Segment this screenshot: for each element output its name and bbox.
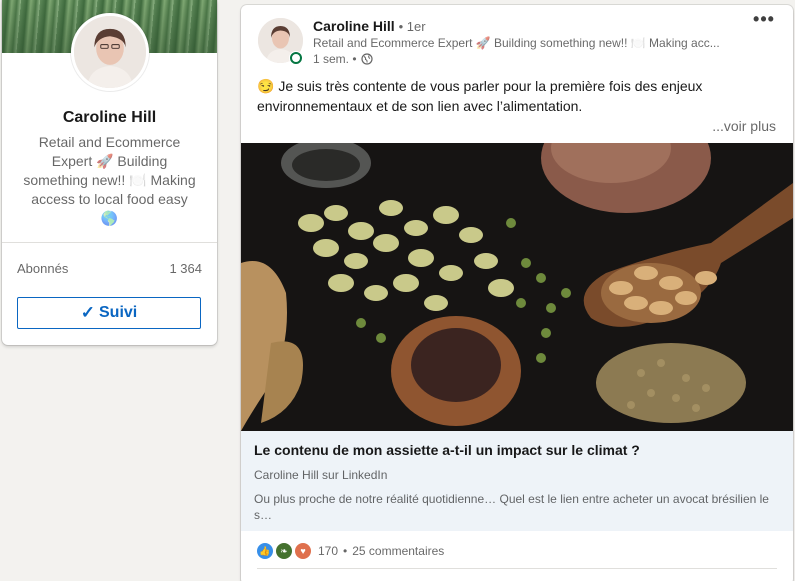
author-line: Caroline Hill • 1er: [313, 18, 426, 34]
article-preview[interactable]: Le contenu de mon assiette a-t-il un imp…: [241, 431, 793, 531]
divider: [257, 568, 777, 569]
globe-icon: [360, 53, 373, 65]
followers-count: 1 364: [169, 261, 202, 276]
post-card: Caroline Hill • 1er Retail and Ecommerce…: [241, 5, 793, 581]
support-reaction-icon: ❧: [276, 543, 292, 559]
profile-name[interactable]: Caroline Hill: [2, 109, 217, 127]
post-time: 1 sem. •: [313, 52, 357, 66]
online-status-icon: [289, 51, 303, 65]
separator: •: [343, 544, 348, 558]
social-counts[interactable]: 👍 ❧ ♥ 170 • 25 commentaires: [257, 543, 444, 559]
page: Caroline Hill Retail and Ecommerce Exper…: [0, 0, 795, 581]
comments-count[interactable]: 25 commentaires: [352, 544, 444, 558]
followers-label: Abonnés: [17, 261, 69, 276]
article-description: Ou plus proche de notre réalité quotidie…: [254, 492, 769, 522]
follow-button-label: Suivi: [99, 304, 138, 321]
love-reaction-icon: ♥: [295, 543, 311, 559]
post-header: Caroline Hill • 1er Retail and Ecommerce…: [241, 5, 793, 70]
connection-degree: • 1er: [398, 19, 426, 34]
post-text: 😏 Je suis très contente de vous parler p…: [257, 78, 703, 114]
follow-button[interactable]: ✓ Suivi: [17, 297, 201, 329]
avatar-photo: [74, 16, 146, 88]
profile-headline: Retail and Ecommerce Expert 🚀 Building s…: [23, 134, 196, 226]
author-name[interactable]: Caroline Hill: [313, 18, 395, 34]
like-reaction-icon: 👍: [257, 543, 273, 559]
followers-row: Abonnés 1 364: [2, 243, 217, 276]
more-options-button[interactable]: •••: [752, 10, 776, 33]
post-meta: 1 sem. •: [313, 52, 373, 66]
author-headline: Retail and Ecommerce Expert 🚀 Building s…: [313, 36, 720, 50]
reactions-count[interactable]: 170: [318, 544, 338, 558]
food-photo: [241, 143, 793, 431]
article-title[interactable]: Le contenu de mon assiette a-t-il un imp…: [254, 442, 640, 458]
article-source: Caroline Hill sur LinkedIn: [254, 468, 388, 482]
check-icon: ✓: [80, 303, 95, 322]
article-image[interactable]: [241, 143, 793, 431]
profile-card: Caroline Hill Retail and Ecommerce Exper…: [2, 0, 217, 345]
profile-avatar[interactable]: [71, 13, 149, 91]
see-more-link[interactable]: ...voir plus: [241, 118, 793, 134]
